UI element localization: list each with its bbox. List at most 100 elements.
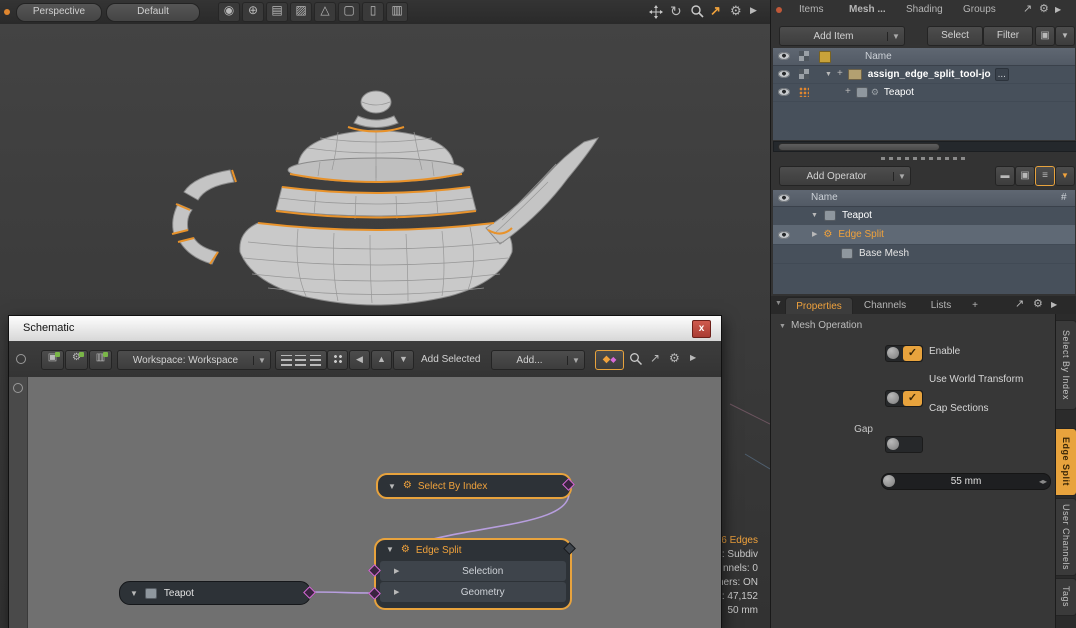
- tab-properties[interactable]: Properties: [785, 297, 853, 315]
- edge-split-geometry-slot[interactable]: ▶ Geometry: [380, 582, 566, 602]
- maximize-viewport-icon[interactable]: ↗: [710, 4, 721, 17]
- node-edge-split[interactable]: ▼ ⚙ Edge Split ▶ Selection ▶ Geometry: [374, 538, 572, 610]
- item-list-scrollbar-thumb[interactable]: [778, 143, 940, 151]
- tab-items[interactable]: Items: [799, 4, 823, 15]
- node-select-by-index[interactable]: ▼ ⚙ Select By Index: [376, 473, 572, 499]
- add-item-dropdown[interactable]: Add Item ▼: [779, 26, 905, 46]
- node-collapse-icon[interactable]: ▼: [388, 482, 396, 491]
- ops-row-edge-split[interactable]: ▶ ⚙ Edge Split: [773, 225, 1075, 245]
- item-list-scrollbar[interactable]: [773, 141, 1076, 152]
- filter-button[interactable]: Filter: [983, 26, 1033, 46]
- item-row-assembly[interactable]: ▼ + assign_edge_split_tool-jo ...: [773, 65, 1075, 84]
- ops-filter-arrow-icon[interactable]: ▼: [1055, 166, 1075, 186]
- render-camera-icon[interactable]: ◉: [218, 2, 240, 22]
- add-operator-dropdown[interactable]: Add Operator ▼: [779, 166, 911, 186]
- tab-mesh-ops[interactable]: Mesh ...: [849, 4, 886, 15]
- properties-gear-icon[interactable]: ⚙: [1033, 299, 1043, 310]
- list-style-icon[interactable]: ▣: [1035, 26, 1055, 46]
- tabbar-collapse-icon[interactable]: ▼: [775, 300, 782, 307]
- schematic-titlebar[interactable]: Schematic x: [9, 316, 721, 342]
- item-visibility-eye-icon[interactable]: [778, 88, 790, 96]
- tree-plus-icon[interactable]: +: [845, 87, 851, 97]
- shading-style-dropdown[interactable]: Default: [106, 3, 200, 22]
- gap-input[interactable]: 55 mm ◂▸: [881, 473, 1051, 490]
- environment-icon[interactable]: ⊕: [242, 2, 264, 22]
- schematic-search-icon[interactable]: [629, 352, 643, 369]
- use-world-transform-checkbox[interactable]: ✓: [885, 390, 923, 407]
- node-teapot[interactable]: ▼ Teapot: [119, 581, 311, 605]
- panel-resize-handle[interactable]: [881, 157, 967, 160]
- viewport-menu-arrow-icon[interactable]: ▶: [750, 6, 757, 15]
- properties-popout-icon[interactable]: ↗: [1015, 299, 1024, 310]
- duplicate-node-icon[interactable]: ▥: [89, 350, 112, 370]
- schematic-close-button[interactable]: x: [692, 320, 711, 338]
- quad-view-icon[interactable]: ▥: [386, 2, 408, 22]
- list-options-icon[interactable]: ▼: [1055, 26, 1075, 46]
- snap-grid-icon[interactable]: [327, 350, 348, 370]
- edge-split-selection-slot[interactable]: ▶ Selection: [380, 561, 566, 581]
- expand-arrow-icon[interactable]: ▼: [825, 71, 832, 78]
- tab-channels[interactable]: Channels: [855, 297, 915, 314]
- ops-view-list-icon[interactable]: ≡: [1035, 166, 1055, 186]
- edge-split-node-header[interactable]: ▼ ⚙ Edge Split: [376, 540, 570, 560]
- panel-menu-arrow-icon[interactable]: ▶: [1055, 6, 1061, 14]
- viewport-settings-gear-icon[interactable]: ⚙: [730, 4, 742, 17]
- op-visibility-eye-icon[interactable]: [778, 231, 790, 239]
- tree-plus-icon[interactable]: +: [837, 69, 843, 79]
- cap-sections-checkbox[interactable]: [885, 436, 923, 453]
- side-tab-user-channels[interactable]: User Channels: [1056, 498, 1076, 576]
- enable-checkbox[interactable]: ✓: [885, 345, 923, 362]
- schematic-menu-arrow-icon[interactable]: ▶: [690, 354, 696, 362]
- node-collapse-icon[interactable]: ▼: [386, 546, 394, 554]
- select-button[interactable]: Select: [927, 26, 983, 46]
- tab-groups[interactable]: Groups: [963, 4, 996, 15]
- pan-view-icon[interactable]: [648, 4, 664, 23]
- create-workspace-icon[interactable]: ⚙: [65, 350, 88, 370]
- schematic-window[interactable]: Schematic x ▣ ⚙ ▥ Workspace: Workspace ▼…: [8, 315, 722, 628]
- align-up-icon[interactable]: ▲: [371, 350, 392, 370]
- workspace-dropdown[interactable]: Workspace: Workspace ▼: [117, 350, 271, 370]
- add-selected-button[interactable]: Add Selected: [421, 354, 481, 365]
- tab-lists[interactable]: Lists: [919, 297, 963, 314]
- split-view-icon[interactable]: ▯: [362, 2, 384, 22]
- add-item-label: Add Item: [780, 31, 887, 42]
- properties-menu-arrow-icon[interactable]: ▶: [1051, 301, 1057, 309]
- side-tab-tags[interactable]: Tags: [1056, 578, 1076, 616]
- item-visibility-eye-icon[interactable]: [778, 70, 790, 78]
- item-render-dots-icon[interactable]: [799, 87, 809, 97]
- side-tab-select-by-index[interactable]: Select By Index: [1056, 320, 1076, 410]
- tab-add[interactable]: +: [967, 297, 983, 314]
- ops-view-panel-icon[interactable]: ▣: [1015, 166, 1035, 186]
- gap-mini-slider-icon[interactable]: [883, 475, 895, 487]
- layout-presets-icon[interactable]: [275, 350, 327, 370]
- schematic-gear-icon[interactable]: ⚙: [669, 352, 680, 364]
- panel-gear-icon[interactable]: ⚙: [1039, 4, 1049, 15]
- rotate-view-icon[interactable]: ↻: [670, 4, 682, 18]
- tab-shading[interactable]: Shading: [906, 4, 943, 15]
- shaded-view-icon[interactable]: ▤: [266, 2, 288, 22]
- gap-stepper-icon[interactable]: ◂▸: [1039, 474, 1047, 489]
- panel-popout-icon[interactable]: ↗: [1023, 4, 1032, 15]
- link-mode-icon[interactable]: ◆◆: [595, 350, 624, 370]
- ghost-mode-icon[interactable]: △: [314, 2, 336, 22]
- create-node-icon[interactable]: ▣: [41, 350, 64, 370]
- collapse-arrow-icon[interactable]: ▼: [811, 212, 818, 219]
- item-render-toggle-icon[interactable]: [799, 69, 809, 79]
- align-down-icon[interactable]: ▼: [393, 350, 414, 370]
- wireframe-view-icon[interactable]: ▨: [290, 2, 312, 22]
- add-node-dropdown[interactable]: Add... ▼: [491, 350, 585, 370]
- align-left-icon[interactable]: ◀: [349, 350, 370, 370]
- schematic-popout-icon[interactable]: ↗: [650, 352, 660, 364]
- ops-view-monitor-icon[interactable]: ▬: [995, 166, 1015, 186]
- ops-row-base-mesh[interactable]: Base Mesh: [773, 244, 1075, 264]
- mesh-operation-collapse-icon[interactable]: ▼: [779, 323, 786, 330]
- perspective-dropdown[interactable]: Perspective: [16, 3, 102, 22]
- zoom-view-icon[interactable]: [690, 4, 705, 22]
- side-tab-edge-split[interactable]: Edge Split: [1056, 428, 1076, 496]
- item-row-teapot[interactable]: + ⚙ Teapot: [773, 83, 1075, 102]
- single-view-icon[interactable]: ▢: [338, 2, 360, 22]
- schematic-canvas[interactable]: ▼ ⚙ Select By Index ▼ ⚙ Edge Split ▶ Sel…: [9, 377, 721, 628]
- ops-row-teapot[interactable]: ▼ Teapot: [773, 206, 1075, 226]
- expand-arrow-icon[interactable]: ▶: [812, 231, 817, 238]
- node-collapse-icon[interactable]: ▼: [130, 589, 138, 598]
